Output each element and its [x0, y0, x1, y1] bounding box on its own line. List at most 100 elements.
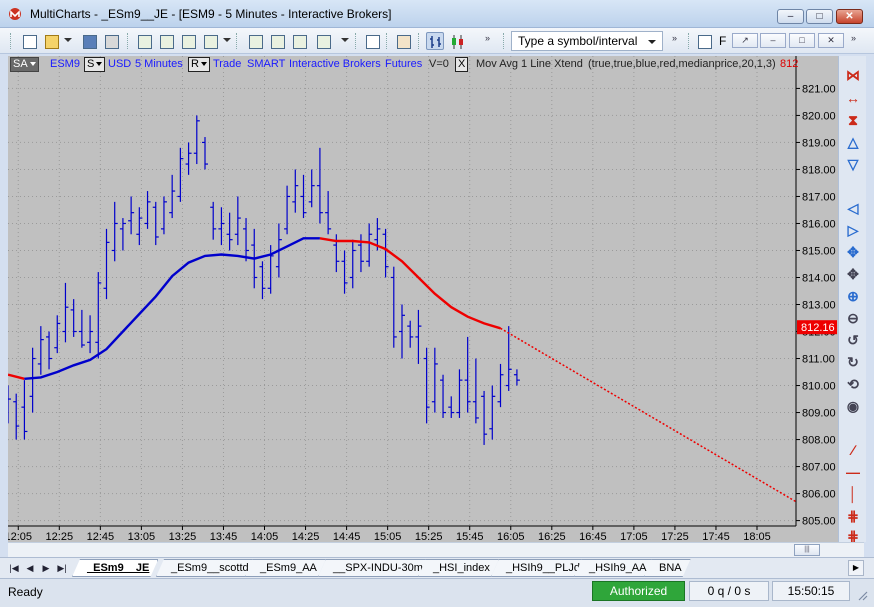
- dom-button[interactable]: [201, 32, 219, 50]
- symbol-interval-input[interactable]: Type a symbol/interval: [511, 31, 663, 51]
- calendar-button[interactable]: [394, 32, 412, 50]
- shift-down-icon[interactable]: ▽: [844, 155, 862, 173]
- open-dropdown-icon[interactable]: [64, 38, 72, 42]
- parallel-lines-icon[interactable]: ⋕: [844, 507, 862, 525]
- dom-dropdown-icon[interactable]: [223, 38, 231, 42]
- tab-hsih9-pljd[interactable]: _HSIh9__PLJd: [491, 559, 589, 577]
- studies-icon: [317, 35, 331, 49]
- scanner-button[interactable]: [179, 32, 197, 50]
- mdi-maximize-button[interactable]: □: [789, 33, 815, 48]
- tab-hsih9-aa[interactable]: _HSIh9_AA: [574, 559, 655, 577]
- tab-bna[interactable]: BNA: [644, 559, 691, 577]
- chart-canvas[interactable]: 821.00 820.00 819.00 818.00 817.00 816.00 815.…: [8, 56, 838, 542]
- visibility-icon[interactable]: ◉: [844, 397, 862, 415]
- tab-spx-indu-30m[interactable]: __SPX-INDU-30m: [318, 559, 432, 577]
- toolbar-grip[interactable]: [418, 33, 421, 49]
- move-icon[interactable]: ✥: [844, 243, 862, 261]
- mdi-restore-button[interactable]: ↗: [732, 33, 758, 48]
- zoom-x-icon[interactable]: ⋈: [844, 66, 862, 84]
- toolbar-overflow-icon[interactable]: »: [485, 33, 490, 43]
- print-button[interactable]: [102, 32, 120, 50]
- expand-icon[interactable]: ⟲: [844, 375, 862, 393]
- horizontal-line-icon[interactable]: —: [844, 463, 862, 481]
- multicharts-app-icon: [9, 8, 21, 20]
- minimize-button[interactable]: –: [777, 9, 804, 24]
- vertical-line-icon[interactable]: │: [844, 485, 862, 503]
- maximize-button[interactable]: □: [806, 9, 833, 24]
- quote-manager-button[interactable]: [157, 32, 175, 50]
- move-all-icon[interactable]: ✥: [844, 265, 862, 283]
- resize-grip-icon[interactable]: [856, 589, 868, 601]
- data-button[interactable]: [290, 32, 308, 50]
- format-window-button[interactable]: [695, 32, 713, 50]
- symbol-label[interactable]: ESM9: [50, 58, 80, 70]
- compress-x-icon[interactable]: ↔: [844, 89, 862, 107]
- zoom-out-icon[interactable]: ⊖: [844, 309, 862, 327]
- prev-tab-icon[interactable]: ◀: [24, 562, 36, 575]
- studies-button[interactable]: [314, 32, 332, 50]
- chart-window-button[interactable]: [135, 32, 153, 50]
- maximize-icon: □: [816, 11, 823, 22]
- save-button[interactable]: [80, 32, 98, 50]
- toolbar-grip[interactable]: [386, 33, 389, 49]
- study-params: (true,true,blue,red,medianprice,20,1,3): [588, 58, 776, 70]
- interval-label[interactable]: 5 Minutes: [135, 58, 183, 70]
- trend-line-icon[interactable]: ∕: [844, 441, 862, 459]
- open-icon: [45, 35, 59, 49]
- tab-esm9-scottd[interactable]: _ESm9__scottd: [156, 559, 258, 577]
- toolbar-grip[interactable]: [236, 33, 239, 49]
- open-button[interactable]: [42, 32, 60, 50]
- print-icon: [105, 35, 119, 49]
- mdi-close-button[interactable]: ✕: [818, 33, 844, 48]
- tabs-scroll-button[interactable]: ▶: [848, 560, 864, 576]
- undo-zoom-icon[interactable]: ↺: [844, 331, 862, 349]
- price-chart[interactable]: 821.00 820.00 819.00 818.00 817.00 816.00 815.…: [8, 56, 838, 542]
- scroll-left-icon[interactable]: ◁: [844, 199, 862, 217]
- toolbar-grip[interactable]: [503, 33, 506, 49]
- toolbar-overflow-icon[interactable]: »: [851, 33, 856, 43]
- study-name[interactable]: Mov Avg 1 Line Xtend: [476, 58, 583, 70]
- last-tab-icon[interactable]: ▶|: [56, 562, 68, 575]
- toolbar-grip[interactable]: [355, 33, 358, 49]
- hourglass-icon[interactable]: ⧗: [844, 111, 862, 129]
- toolbar-overflow-icon[interactable]: »: [672, 33, 677, 43]
- first-tab-icon[interactable]: |◀: [8, 562, 20, 575]
- broker-label: Interactive Brokers: [289, 58, 381, 70]
- redo-zoom-icon[interactable]: ↻: [844, 353, 862, 371]
- instrument-button[interactable]: [268, 32, 286, 50]
- format-button[interactable]: [363, 32, 381, 50]
- sa-selector[interactable]: SA: [10, 57, 39, 72]
- toolbar-grip[interactable]: [127, 33, 130, 49]
- horizontal-scrollbar[interactable]: |||: [8, 542, 864, 557]
- next-tab-icon[interactable]: ▶: [40, 562, 52, 575]
- calendar-icon: [397, 35, 411, 49]
- shift-up-icon[interactable]: △: [844, 133, 862, 151]
- tab-hsi-index[interactable]: _HSI_index: [418, 559, 499, 577]
- scrollbar-thumb[interactable]: |||: [794, 544, 820, 556]
- y-tick-label: 814.00: [802, 272, 836, 284]
- bar-chart-button[interactable]: [426, 32, 444, 50]
- new-button[interactable]: [20, 32, 38, 50]
- format-icon: [366, 35, 380, 49]
- candlestick-button[interactable]: [448, 32, 466, 50]
- chevron-down-icon[interactable]: [648, 40, 656, 44]
- zoom-in-icon[interactable]: ⊕: [844, 287, 862, 305]
- y-tick-label: 806.00: [802, 489, 836, 501]
- scroll-right-icon[interactable]: ▷: [844, 221, 862, 239]
- s-selector[interactable]: S: [84, 57, 106, 72]
- order-button[interactable]: [246, 32, 264, 50]
- toolbar-grip[interactable]: [688, 33, 691, 49]
- toolbar-f-label[interactable]: F: [719, 34, 726, 48]
- toolbar-grip[interactable]: [10, 33, 13, 49]
- r-selector[interactable]: R: [188, 57, 210, 72]
- tab-esm9-je[interactable]: _ESm9__JE: [72, 559, 158, 577]
- study-toggle-box[interactable]: X: [455, 57, 469, 72]
- close-button[interactable]: ✕: [836, 9, 863, 24]
- tab-esm9-aa[interactable]: _ESm9_AA: [245, 559, 326, 577]
- studies-dropdown-icon[interactable]: [341, 38, 349, 42]
- r-label: R: [191, 58, 199, 70]
- x-tick-label: 17:45: [702, 531, 730, 542]
- mdi-minimize-button[interactable]: –: [760, 33, 786, 48]
- window-title: MultiCharts - _ESm9__JE - [ESM9 - 5 Minu…: [30, 7, 392, 21]
- y-tick-label: 815.00: [802, 245, 836, 257]
